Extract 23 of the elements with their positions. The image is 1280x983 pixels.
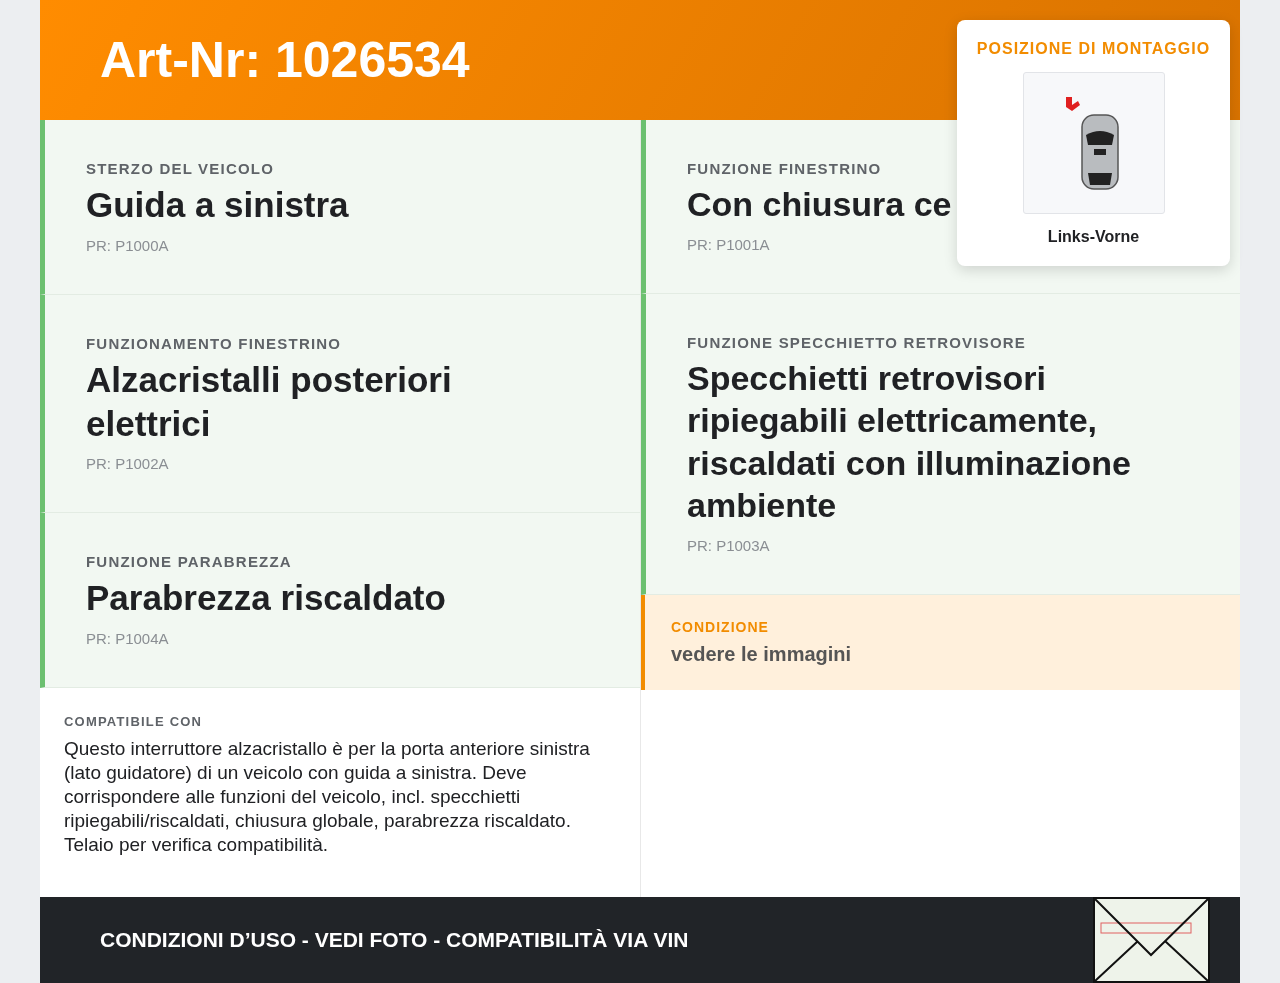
condition-text: vedere le immagini bbox=[671, 642, 852, 666]
feature-label: FUNZIONAMENTO FINESTRINO bbox=[86, 334, 342, 352]
feature-value: Con chiusura ce bbox=[687, 184, 952, 225]
feature-value: Alzacristalli posteriori elettrici bbox=[86, 358, 453, 445]
pr-code: PR: P1000A bbox=[86, 236, 169, 254]
pr-code: PR: P1003A bbox=[687, 536, 770, 554]
feature-value: Parabrezza riscaldato bbox=[86, 577, 446, 620]
condition-label: CONDIZIONE bbox=[671, 618, 769, 635]
feature-label: FUNZIONE PARABREZZA bbox=[86, 553, 292, 571]
compatibility-label: COMPATIBILE CON bbox=[64, 714, 203, 729]
pr-code: PR: P1004A bbox=[86, 630, 169, 647]
pr-code: PR: P1002A bbox=[86, 455, 169, 473]
popup-title: POSIZIONE DI MONTAGGIO bbox=[976, 40, 1211, 58]
compatibility-text: Questo interruttore alzacristallo è per la porta anteriore sinistra (lato guidatore) di un veicolo con guida a sinistra. Deve corrispondere alle funzioni del veicolo, incl. specchietti ripiegabili/riscaldati, chiusura globale, parabrezza riscaldato. Telaio per verifica compatibilità. bbox=[64, 737, 591, 857]
feature-value: Guida a sinistra bbox=[86, 184, 349, 226]
article-number: Art-Nr: 1026534 bbox=[100, 31, 470, 89]
pr-code: PR: P1001A bbox=[687, 235, 770, 253]
feature-label: STERZO DEL VEICOLO bbox=[86, 160, 274, 177]
feature-value: Specchietti retrovisori ripiegabili elettricamente, riscaldati con illuminazione ambiente bbox=[687, 357, 1132, 526]
position-caption: Links-Vorne bbox=[1047, 228, 1140, 246]
feature-label: FUNZIONE SPECCHIETTO RETROVISORE bbox=[687, 333, 1026, 351]
footer-text: CONDIZIONI D’USO - VEDI FOTO - COMPATIBILITÀ VIA VIN bbox=[100, 928, 689, 952]
feature-label: FUNZIONE FINESTRINO bbox=[687, 160, 882, 177]
